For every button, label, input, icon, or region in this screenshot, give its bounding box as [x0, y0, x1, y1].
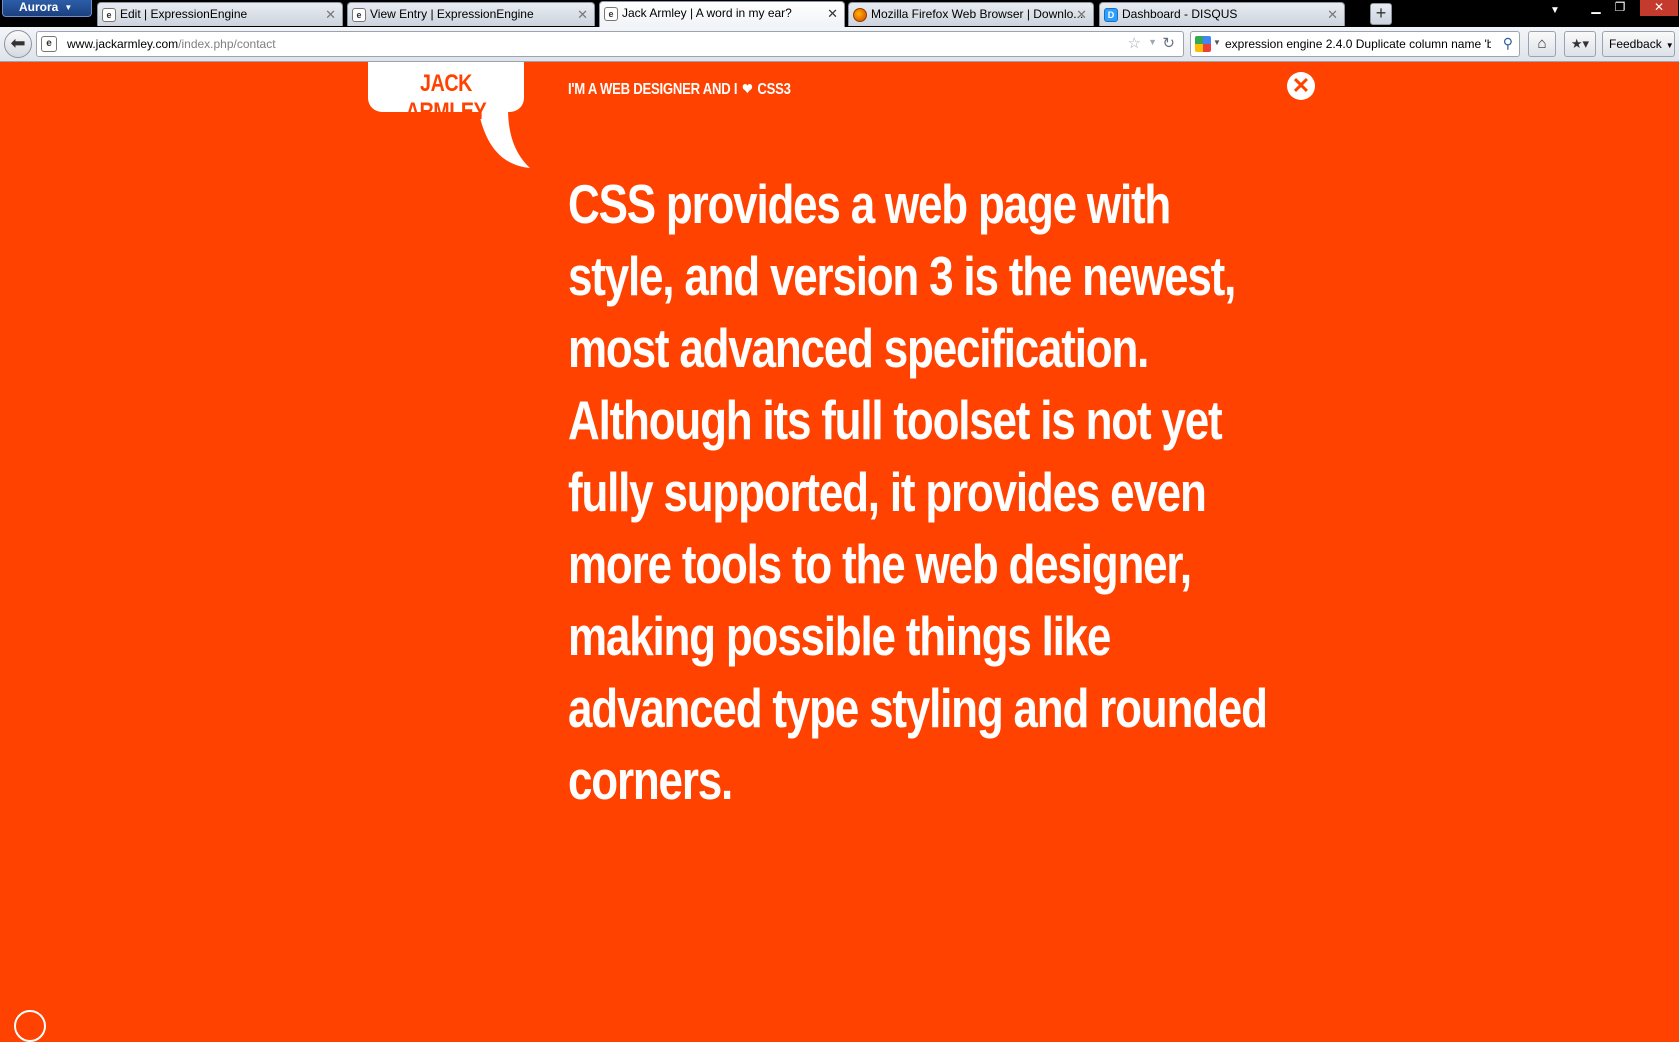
- close-tab-icon[interactable]: ✕: [1076, 3, 1087, 26]
- new-tab-button[interactable]: +: [1370, 3, 1392, 25]
- close-tab-icon[interactable]: ✕: [325, 3, 336, 26]
- tab-label: Mozilla Firefox Web Browser | Downlo...: [871, 7, 1084, 21]
- tab-jack-armley[interactable]: e Jack Armley | A word in my ear? ✕: [599, 1, 845, 27]
- url-bar[interactable]: e www.jackarmley.com/index.php/contact ☆…: [36, 31, 1184, 57]
- chevron-down-icon: ▼: [1665, 41, 1674, 50]
- app-menu-button[interactable]: Aurora ▼: [2, 0, 92, 17]
- expressionengine-icon: e: [352, 8, 366, 22]
- url-text[interactable]: www.jackarmley.com/index.php/contact: [67, 32, 276, 56]
- tab-edit-expressionengine[interactable]: e Edit | ExpressionEngine ✕: [97, 2, 343, 26]
- url-path: /index.php/contact: [178, 37, 276, 51]
- firefox-icon: [853, 8, 867, 22]
- search-bar[interactable]: ▼ expression engine 2.4.0 Duplicate colu…: [1190, 31, 1520, 57]
- tab-view-entry[interactable]: e View Entry | ExpressionEngine ✕: [347, 2, 595, 26]
- history-dropdown-icon[interactable]: ▼: [1148, 37, 1157, 47]
- home-icon: ⌂: [1537, 35, 1547, 52]
- site-logo[interactable]: JACK ARMLEY: [382, 70, 510, 126]
- bookmark-star-icon[interactable]: ☆: [1128, 34, 1141, 52]
- expressionengine-icon: e: [102, 8, 116, 22]
- tab-label: Jack Armley | A word in my ear?: [622, 6, 792, 20]
- home-button[interactable]: ⌂: [1528, 31, 1556, 57]
- tab-disqus-dashboard[interactable]: D Dashboard - DISQUS ✕: [1099, 2, 1345, 26]
- site-identity-icon[interactable]: e: [41, 36, 57, 52]
- tagline-css3: CSS3: [757, 81, 791, 98]
- chevron-down-icon[interactable]: ▼: [1213, 38, 1221, 47]
- feedback-label: Feedback: [1609, 37, 1662, 51]
- restore-icon[interactable]: ❐: [1610, 0, 1630, 16]
- search-magnifier-icon[interactable]: ⚲: [1503, 35, 1513, 52]
- tagline-text: I'M A WEB DESIGNER AND I: [568, 81, 738, 98]
- close-tab-icon[interactable]: ✕: [1327, 3, 1338, 26]
- back-arrow-icon: ⬅: [10, 33, 26, 53]
- close-button[interactable]: ✕: [1287, 72, 1315, 100]
- title-bar: Aurora ▼ e Edit | ExpressionEngine ✕ e Vi…: [0, 0, 1679, 27]
- tab-label: Dashboard - DISQUS: [1122, 7, 1238, 21]
- url-host: www.jackarmley.com: [67, 37, 179, 51]
- close-tab-icon[interactable]: ✕: [577, 3, 588, 26]
- corner-circle-icon: [14, 1010, 46, 1042]
- main-paragraph: CSS provides a web page with style, and …: [568, 173, 1268, 811]
- list-all-tabs-icon[interactable]: ▼: [1550, 5, 1560, 16]
- tab-label: View Entry | ExpressionEngine: [370, 7, 534, 21]
- tagline: I'M A WEB DESIGNER AND I ❤ CSS3: [568, 80, 791, 99]
- minimize-icon[interactable]: ▁: [1586, 0, 1606, 16]
- back-button[interactable]: ⬅: [4, 30, 32, 58]
- chevron-down-icon: ▼: [64, 3, 73, 13]
- bookmarks-icon: ★▾: [1570, 36, 1590, 51]
- tab-label: Edit | ExpressionEngine: [120, 7, 248, 21]
- reload-icon[interactable]: ↻: [1162, 34, 1175, 52]
- tab-mozilla-firefox[interactable]: Mozilla Firefox Web Browser | Downlo... …: [848, 2, 1094, 26]
- window-close-icon[interactable]: ✕: [1640, 0, 1678, 16]
- heart-icon: ❤: [742, 81, 753, 98]
- close-icon: ✕: [1291, 73, 1311, 98]
- navigation-toolbar: ⬅ e www.jackarmley.com/index.php/contact…: [0, 27, 1679, 62]
- app-menu-label: Aurora: [19, 0, 59, 14]
- disqus-icon: D: [1104, 8, 1118, 22]
- bookmarks-button[interactable]: ★▾: [1564, 31, 1596, 57]
- expressionengine-icon: e: [604, 7, 618, 21]
- feedback-button[interactable]: Feedback ▼: [1602, 31, 1675, 57]
- close-tab-icon[interactable]: ✕: [827, 2, 838, 25]
- google-icon[interactable]: [1195, 36, 1211, 52]
- search-input[interactable]: expression engine 2.4.0 Duplicate column…: [1225, 32, 1491, 56]
